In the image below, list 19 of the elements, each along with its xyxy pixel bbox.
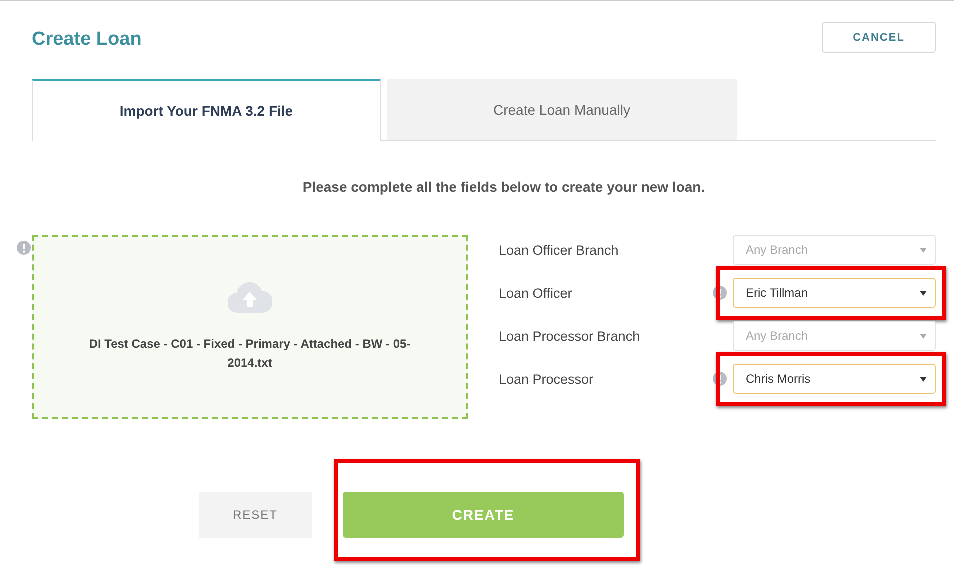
reset-button[interactable]: RESET: [199, 492, 312, 538]
caret-icon: [920, 376, 927, 382]
cloud-upload-icon: [228, 281, 272, 313]
page-title: Create Loan: [32, 29, 142, 51]
cancel-button[interactable]: CANCEL: [822, 22, 936, 53]
tab[interactable]: Import Your FNMA 3.2 File: [32, 79, 381, 141]
caret-icon: [920, 290, 927, 296]
field-label: Loan Processor: [499, 372, 595, 386]
caret-icon: [920, 334, 927, 338]
caret-icon: [920, 248, 927, 252]
field-label: Loan Officer Branch: [499, 242, 620, 258]
file-name: DI Test Case - C01 - Fixed - Primary - Attached - BW - 05-2014.txt: [88, 336, 412, 372]
field-label: Loan Officer: [499, 286, 574, 300]
select-field[interactable]: Chris Morris: [733, 364, 936, 394]
tab[interactable]: Create Loan Manually: [387, 79, 737, 140]
file-drop-zone[interactable]: DI Test Case - C01 - Fixed - Primary - Attached - BW - 05-2014.txt: [32, 235, 468, 419]
select-field[interactable]: Eric Tillman: [733, 278, 936, 308]
instructions: Please complete all the fields below to create your new loan.: [302, 179, 706, 195]
field-label: Loan Processor Branch: [499, 328, 642, 344]
